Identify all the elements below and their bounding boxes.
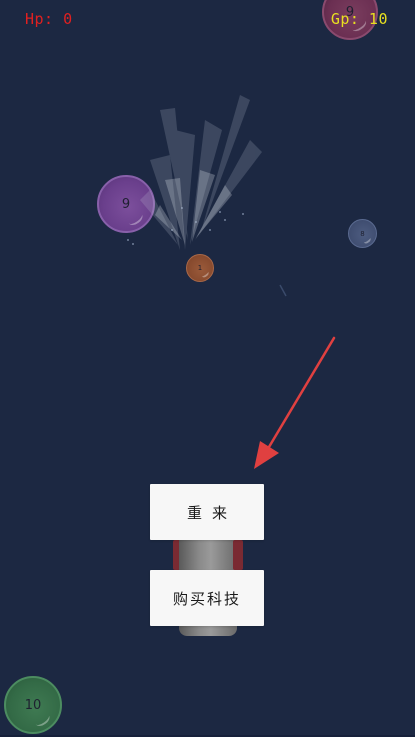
bubble-number: 1: [197, 264, 203, 272]
restart-button[interactable]: 重来: [150, 484, 264, 540]
hp-counter: Hp: 0: [25, 10, 73, 28]
bubble-number: 9: [121, 196, 131, 212]
bubble-enemy: 8: [348, 219, 377, 248]
gp-counter: Gp: 10: [330, 10, 388, 28]
bubble-number: 10: [24, 697, 42, 713]
bubble-enemy: 10: [4, 676, 62, 734]
buy-tech-button[interactable]: 购买科技: [150, 570, 264, 626]
bubble-number: 8: [360, 229, 365, 238]
bubble-enemy: 9: [97, 175, 155, 233]
bubble-enemy: 1: [186, 254, 214, 282]
ship-wing-right: [233, 540, 243, 570]
game-stage[interactable]: Hp: 0 Gp: 10 9 9 8 1 10 重来 购买科技: [0, 0, 415, 737]
